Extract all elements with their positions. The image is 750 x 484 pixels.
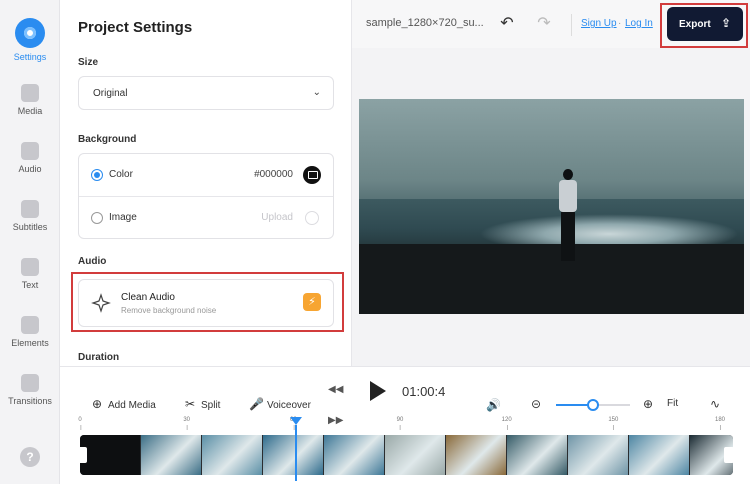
timeline-ruler: 0 30 60 90 120 150 180 <box>78 417 730 433</box>
zoom-slider-handle[interactable] <box>587 399 599 411</box>
play-button[interactable] <box>370 381 386 401</box>
voiceover-button[interactable]: 🎤 Voiceover <box>249 397 311 411</box>
track-thumbnail <box>568 435 629 475</box>
scissors-icon: ✂ <box>184 397 196 411</box>
sign-up-link[interactable]: Sign Up <box>581 18 617 29</box>
left-sidebar: Settings Media Audio Subtitles Text Elem… <box>0 0 60 484</box>
sidebar-item-label: Elements <box>11 338 49 348</box>
media-icon <box>21 84 39 102</box>
split-button[interactable]: ✂ Split <box>183 397 220 411</box>
sidebar-item-audio[interactable]: Audio <box>0 142 60 174</box>
timeline-panel: ⊕ Add Media ✂ Split 🎤 Voiceover ◀◀ ▶▶ 01:00… <box>60 366 750 484</box>
ruler-tick: 0 <box>78 417 82 430</box>
zoom-slider[interactable] <box>556 399 630 411</box>
rewind-icon[interactable]: ◀◀ <box>328 384 343 395</box>
color-hex-value: #000000 <box>254 169 293 180</box>
video-track[interactable] <box>80 435 733 475</box>
zoom-out-icon[interactable]: ⊝ <box>531 397 541 411</box>
track-thumbnail <box>80 435 141 475</box>
background-color-row[interactable]: Color #000000 <box>79 154 333 196</box>
video-person-silhouette <box>555 169 581 261</box>
log-in-link[interactable]: Log In <box>625 18 653 29</box>
ruler-tick: 120 <box>501 417 512 430</box>
subtitles-icon <box>21 200 39 218</box>
track-thumbnail <box>202 435 263 475</box>
track-thumbnail <box>446 435 507 475</box>
size-select[interactable]: Original ⌄ <box>78 76 334 110</box>
ruler-tick: 30 <box>183 417 190 430</box>
duration-label: Duration <box>78 352 120 363</box>
export-highlight <box>660 3 748 48</box>
color-radio[interactable] <box>91 169 103 181</box>
toolbar-divider <box>571 14 572 36</box>
sidebar-item-label: Transitions <box>8 396 52 406</box>
audio-label: Audio <box>78 256 107 267</box>
sidebar-item-label: Audio <box>18 164 42 174</box>
sidebar-item-settings[interactable]: Settings <box>0 18 60 62</box>
split-label: Split <box>201 400 221 411</box>
settings-icon <box>15 18 45 48</box>
plus-circle-icon: ⊕ <box>91 397 103 411</box>
upload-icon[interactable] <box>305 211 319 225</box>
sidebar-item-label: Settings <box>13 52 47 62</box>
track-thumbnail <box>141 435 202 475</box>
zoom-in-icon[interactable]: ⊕ <box>643 397 653 411</box>
playhead-line <box>295 425 297 481</box>
chevron-down-icon: ⌄ <box>312 87 321 98</box>
ruler-tick: 180 <box>714 417 726 430</box>
app-window: Settings Media Audio Subtitles Text Elem… <box>0 0 750 484</box>
waveform-icon[interactable]: ∿ <box>710 397 720 411</box>
track-thumbnail <box>507 435 568 475</box>
redo-icon[interactable]: ↷ <box>533 13 555 33</box>
sidebar-item-elements[interactable]: Elements <box>0 316 60 348</box>
elements-icon <box>21 316 39 334</box>
audio-icon <box>21 142 39 160</box>
track-thumbnail <box>385 435 446 475</box>
text-icon <box>21 258 39 276</box>
clean-audio-highlight <box>71 272 344 332</box>
track-thumbnail <box>263 435 324 475</box>
track-thumbnail <box>324 435 385 475</box>
current-time: 01:00:4 <box>402 384 446 399</box>
project-filename[interactable]: sample_1280×720_su... <box>366 17 484 29</box>
upload-link[interactable]: Upload <box>261 212 293 223</box>
image-label: Image <box>109 212 137 223</box>
paint-bucket-icon[interactable] <box>303 166 321 184</box>
panel-title: Project Settings <box>78 19 193 36</box>
sidebar-item-text[interactable]: Text <box>0 258 60 290</box>
link-separator: · <box>618 18 622 29</box>
sidebar-item-label: Text <box>21 280 39 290</box>
add-media-label: Add Media <box>108 400 156 411</box>
microphone-icon: 🎤 <box>249 397 264 411</box>
sidebar-item-media[interactable]: Media <box>0 84 60 116</box>
help-button[interactable]: ? <box>20 447 40 467</box>
ruler-tick: 90 <box>396 417 404 430</box>
video-rocks <box>359 244 744 314</box>
fit-button[interactable]: Fit <box>667 398 678 409</box>
size-select-value: Original <box>93 88 128 99</box>
sidebar-item-label: Subtitles <box>12 222 48 232</box>
sidebar-item-subtitles[interactable]: Subtitles <box>0 200 60 232</box>
background-options: Color #000000 Image Upload <box>78 153 334 239</box>
background-label: Background <box>78 134 137 145</box>
transitions-icon <box>21 374 39 392</box>
add-media-button[interactable]: ⊕ Add Media <box>90 397 156 411</box>
sidebar-item-label: Media <box>17 106 43 116</box>
image-radio[interactable] <box>91 212 103 224</box>
ruler-tick: 150 <box>608 417 619 430</box>
track-thumbnail <box>629 435 690 475</box>
track-end-handle[interactable] <box>724 447 734 463</box>
video-preview[interactable] <box>359 99 744 314</box>
sidebar-item-transitions[interactable]: Transitions <box>0 374 60 406</box>
background-image-row[interactable]: Image Upload <box>79 196 333 238</box>
playhead-marker[interactable] <box>290 417 302 425</box>
undo-icon[interactable]: ↶ <box>496 13 518 33</box>
size-label: Size <box>78 57 99 68</box>
volume-icon[interactable]: 🔊 <box>486 398 501 412</box>
track-start-handle[interactable] <box>77 447 87 463</box>
voiceover-label: Voiceover <box>267 400 311 411</box>
color-label: Color <box>109 169 133 180</box>
preview-area <box>352 48 750 366</box>
